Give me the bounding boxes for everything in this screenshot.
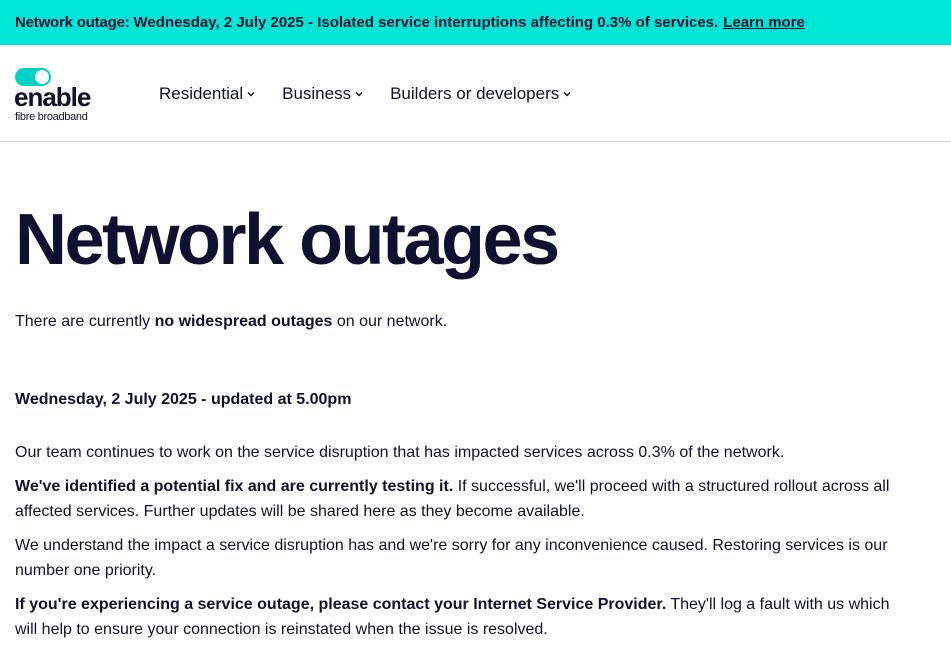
update-paragraph-1: Our team continues to work on the servic… [15, 444, 785, 461]
update-paragraph-2: We've identified a potential fix and are… [15, 474, 915, 524]
main-nav: Residential Business Builders or develop… [159, 45, 598, 142]
alert-title: Network outage: [15, 14, 130, 31]
update-paragraph-4: If you're experiencing a service outage,… [15, 592, 915, 642]
network-status: There are currently no widespread outage… [15, 311, 936, 333]
nav-item-residential[interactable]: Residential [159, 84, 256, 104]
status-text-after: on our network. [332, 313, 448, 330]
enable-logo[interactable]: enable fibre broadband [14, 68, 99, 124]
nav-item-label: Residential [159, 83, 244, 103]
logo-tagline: fibre broadband [15, 111, 88, 123]
nav-item-label: Business [282, 83, 352, 103]
site-header: enable fibre broadband Residential Busin… [0, 45, 951, 142]
chevron-down-icon [355, 91, 363, 97]
nav-item-label: Builders or developers [390, 83, 560, 103]
page-title: Network outages [15, 200, 560, 280]
paragraph-4-bold: If you're experiencing a service outage,… [15, 596, 667, 613]
status-text-before: There are currently [15, 313, 155, 330]
main-content: Network outages There are currently no w… [0, 200, 951, 642]
nav-item-business[interactable]: Business [282, 84, 364, 104]
status-text-bold: no widespread outages [154, 313, 333, 330]
logo-wordmark: enable [14, 82, 91, 112]
update-paragraph-3: We understand the impact a service disru… [15, 537, 888, 579]
outage-alert-banner: Network outage: Wednesday, 2 July 2025 -… [0, 0, 951, 45]
alert-text: Wednesday, 2 July 2025 - Isolated servic… [133, 14, 719, 31]
paragraph-2-bold: We've identified a potential fix and are… [15, 478, 454, 495]
update-heading: Wednesday, 2 July 2025 - updated at 5.00… [15, 391, 352, 408]
learn-more-link[interactable]: Learn more [723, 14, 805, 31]
chevron-down-icon [563, 91, 571, 97]
nav-item-builders[interactable]: Builders or developers [390, 84, 572, 104]
chevron-down-icon [247, 91, 255, 97]
